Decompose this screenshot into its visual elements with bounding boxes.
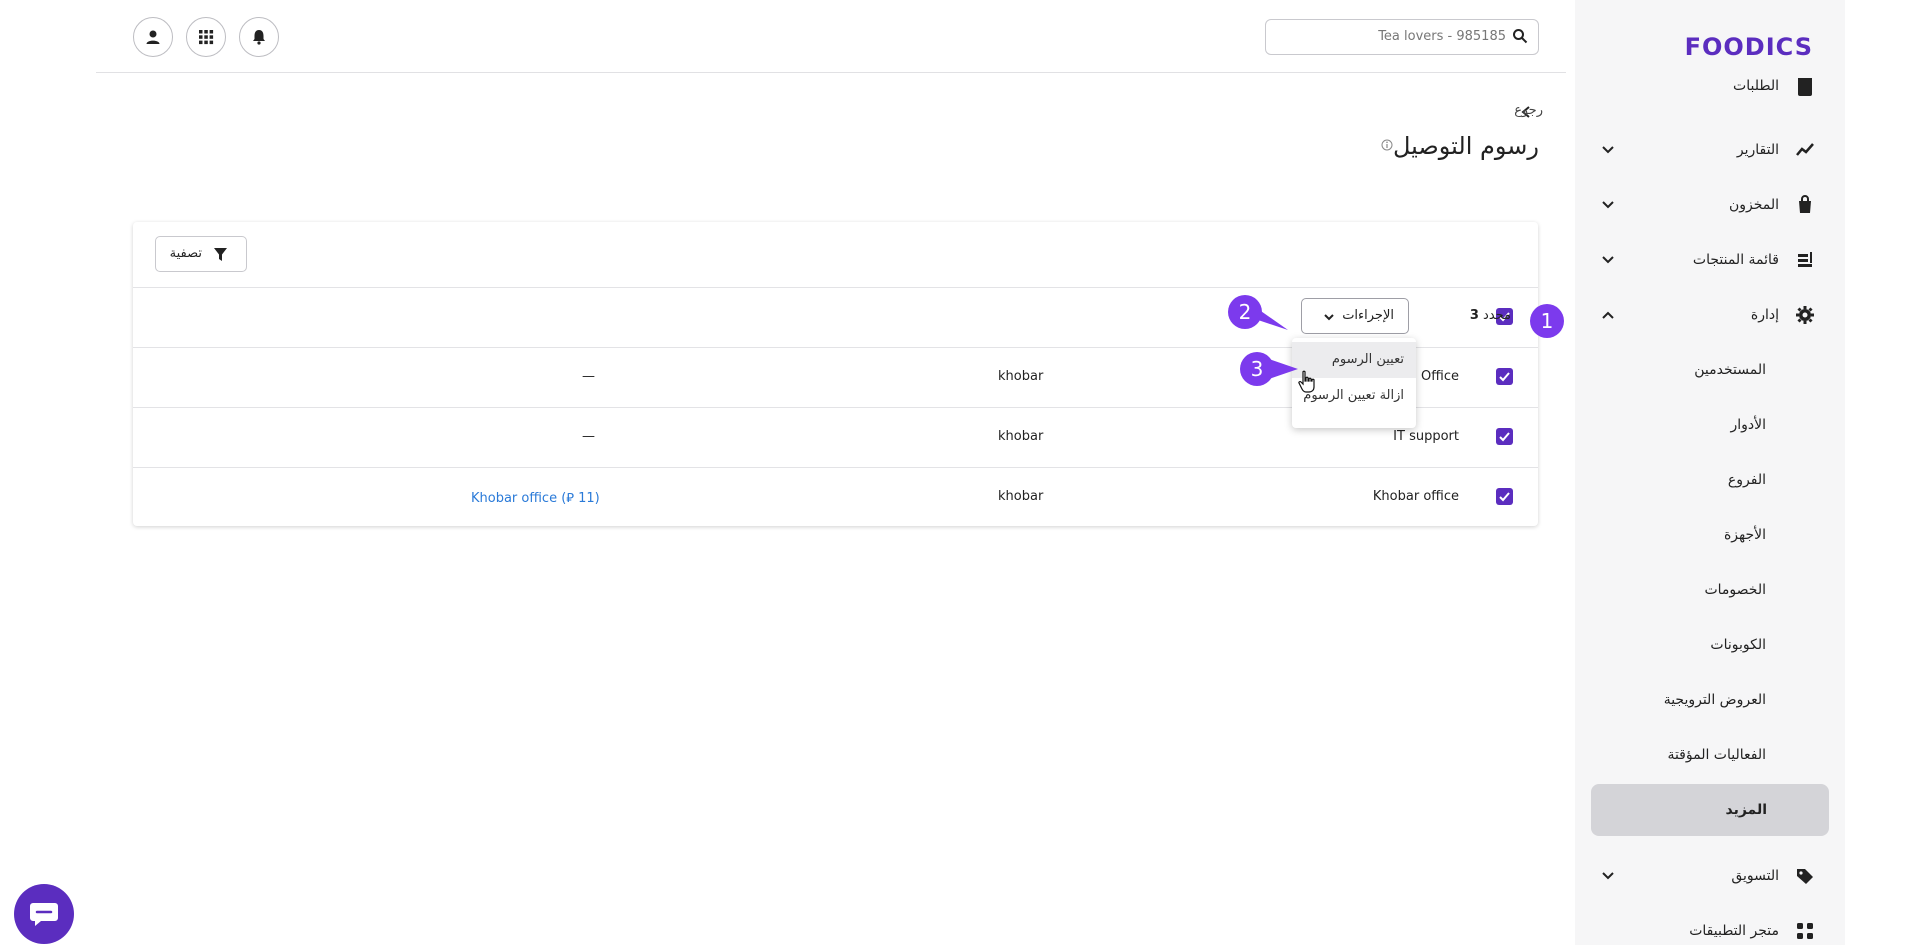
menu-icon	[1798, 252, 1812, 267]
filter-icon	[214, 248, 227, 261]
chat-icon	[30, 903, 58, 926]
hand-cursor-icon	[1298, 370, 1315, 393]
sidebar-item-more[interactable]: المزيد	[1591, 784, 1829, 836]
foodics-logo[interactable]: FOODICS	[1685, 33, 1813, 61]
menu-item-label: ازالة تعيين الرسوم	[1303, 388, 1404, 403]
inventory-icon	[1799, 195, 1811, 213]
sidebar-item-label: المستخدمين	[1694, 362, 1766, 378]
sidebar-item-label: قائمة المنتجات	[1692, 252, 1779, 268]
row-branch: —	[582, 369, 595, 384]
checkmark-icon	[1499, 492, 1510, 502]
chevron-down-icon	[1602, 146, 1614, 154]
row-branch-link[interactable]: Khobar office (⃁ 11)	[471, 489, 600, 506]
chevron-down-icon	[1602, 256, 1614, 264]
sidebar-item-coupons[interactable]: الكوبونات	[1575, 625, 1845, 665]
actions-dropdown-button[interactable]: الإجراءات	[1301, 298, 1409, 334]
page-title: رسوم التوصيل	[1392, 132, 1539, 160]
apps-icon	[1797, 923, 1813, 939]
sidebar-item-label: التسويق	[1731, 868, 1779, 884]
back-link[interactable]: رجوع	[1514, 103, 1543, 118]
sidebar-item-app-store[interactable]: متجر التطبيقات	[1575, 911, 1845, 945]
sidebar-item-promotions[interactable]: العروض الترويجية	[1575, 680, 1845, 720]
profile-button[interactable]	[133, 17, 173, 57]
row-name: Office	[1421, 369, 1459, 384]
sidebar-item-label: المزيد	[1725, 802, 1768, 818]
search-input[interactable]: Tea lovers - 985185	[1265, 19, 1539, 55]
sidebar-item-inventory[interactable]: المخزون	[1575, 185, 1845, 225]
row-name: Khobar office	[1372, 489, 1459, 504]
gear-icon	[1796, 306, 1814, 324]
row-branch: —	[582, 429, 595, 444]
sidebar-item-label: الكوبونات	[1710, 637, 1766, 653]
apps-launcher-button[interactable]	[186, 17, 226, 57]
row-reference: khobar	[998, 369, 1044, 384]
info-icon[interactable]	[1381, 139, 1393, 151]
sidebar-item-devices[interactable]: الأجهزة	[1575, 515, 1845, 555]
header-divider	[96, 72, 1566, 73]
filter-button[interactable]: تصفية	[155, 236, 247, 272]
tag-icon	[1797, 869, 1813, 884]
step-marker-3: 3	[1240, 352, 1274, 386]
sidebar-item-discounts[interactable]: الخصومات	[1575, 570, 1845, 610]
notifications-button[interactable]	[239, 17, 279, 57]
chevron-up-icon	[1602, 311, 1614, 319]
sidebar-item-timed-events[interactable]: الفعاليات المؤقتة	[1575, 735, 1845, 775]
sidebar-item-label: إدارة	[1750, 307, 1779, 323]
chevron-down-icon	[1602, 201, 1614, 209]
sidebar-item-branches[interactable]: الفروع	[1575, 460, 1845, 500]
row-checkbox[interactable]	[1496, 428, 1513, 445]
sidebar-item-label: متجر التطبيقات	[1689, 923, 1779, 939]
sidebar-item-roles[interactable]: الأدوار	[1575, 405, 1845, 445]
step-marker-1: 1	[1530, 304, 1564, 338]
sidebar-item-label: المخزون	[1728, 197, 1779, 213]
chat-support-button[interactable]	[14, 884, 74, 944]
grid-icon	[199, 30, 214, 45]
sidebar-item-menu[interactable]: قائمة المنتجات	[1575, 240, 1845, 280]
chevron-down-icon	[1324, 314, 1334, 321]
sidebar-item-label: الطلبات	[1733, 78, 1779, 94]
selected-count: 3 محدد	[1470, 308, 1511, 323]
chevron-down-icon	[1602, 872, 1614, 880]
row-checkbox[interactable]	[1496, 368, 1513, 385]
divider	[133, 287, 1538, 288]
sidebar-item-label: الأدوار	[1730, 417, 1766, 433]
sidebar-item-reports[interactable]: التقارير	[1575, 130, 1845, 170]
selected-count-suffix: محدد	[1483, 308, 1511, 323]
row-name: IT support	[1393, 429, 1459, 444]
sidebar-item-manage[interactable]: إدارة	[1575, 295, 1845, 335]
sidebar-item-label: الفعاليات المؤقتة	[1667, 747, 1766, 763]
menu-item-label: تعيين الرسوم	[1331, 352, 1404, 367]
orders-icon	[1798, 78, 1812, 96]
reports-icon	[1796, 143, 1814, 156]
divider	[133, 467, 1538, 468]
row-reference: khobar	[998, 489, 1044, 504]
bell-icon	[253, 30, 265, 45]
sidebar-item-label: التقارير	[1736, 142, 1779, 158]
sidebar-item-label: العروض الترويجية	[1663, 692, 1766, 708]
row-checkbox[interactable]	[1496, 488, 1513, 505]
checkmark-icon	[1499, 432, 1510, 442]
filter-label: تصفية	[169, 246, 202, 261]
search-value: Tea lovers - 985185	[1378, 29, 1506, 44]
actions-label: الإجراءات	[1342, 308, 1394, 323]
user-icon	[146, 30, 160, 44]
selected-count-number: 3	[1469, 308, 1479, 323]
sidebar-item-orders[interactable]: الطلبات	[1575, 76, 1845, 98]
step-marker-2: 2	[1228, 295, 1262, 329]
sidebar-item-label: الأجهزة	[1723, 527, 1766, 543]
sidebar-item-label: الفروع	[1727, 472, 1766, 488]
search-icon	[1513, 29, 1528, 44]
row-reference: khobar	[998, 429, 1044, 444]
sidebar-item-marketing[interactable]: التسويق	[1575, 856, 1845, 896]
sidebar: FOODICS الطلبات التقارير المخزون قائمة ا…	[1575, 0, 1845, 945]
sidebar-item-users[interactable]: المستخدمين	[1575, 350, 1845, 390]
sidebar-item-label: الخصومات	[1704, 582, 1766, 598]
checkmark-icon	[1499, 372, 1510, 382]
